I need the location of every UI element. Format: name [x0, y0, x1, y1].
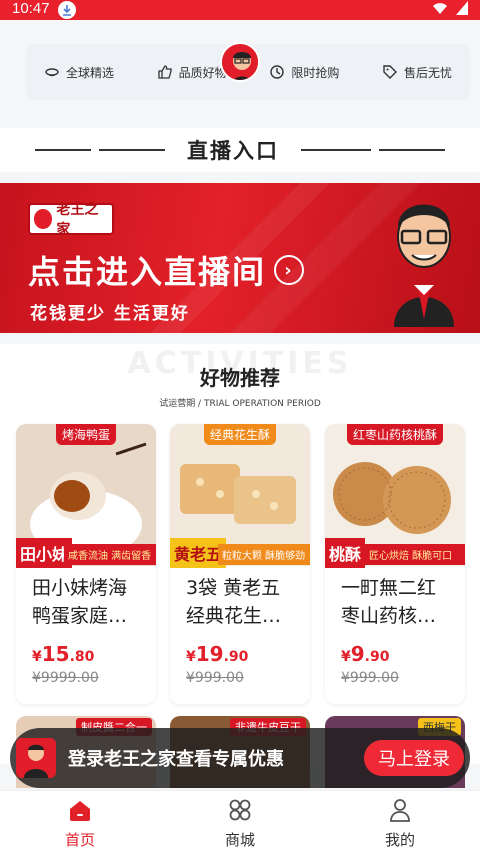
tab-mall[interactable]: 商城: [160, 791, 320, 855]
tag-icon: [383, 65, 397, 79]
chevron-right-icon: ›: [274, 255, 305, 285]
user-icon: [390, 798, 410, 822]
home-icon: [70, 800, 90, 821]
product-price: ¥9.90: [341, 642, 390, 666]
product-card[interactable]: 经典花生酥 黄老五 粒粒大颗 酥脆够劲 3袋 黄老五经典花生… ¥19.90 ¥…: [170, 424, 310, 704]
product-strip: 咸香流油 满齿留香: [64, 544, 156, 565]
product-strip: 匠心烘焙 酥脆可口: [365, 544, 465, 565]
live-banner[interactable]: 老王之家 点击进入直播间 › 花钱更少 生活更好: [0, 183, 480, 333]
globe-icon: [45, 68, 59, 77]
thumbs-up-icon: [158, 65, 172, 79]
feature-label: 限时抢购: [291, 65, 340, 80]
mascot-avatar: [220, 42, 260, 82]
signal-icon: [456, 1, 468, 19]
product-price: ¥15.80: [32, 642, 95, 666]
feature-label: 全球精选: [66, 65, 115, 80]
divider: [379, 149, 445, 151]
tab-profile[interactable]: 我的: [320, 791, 480, 855]
product-top-tag: 经典花生酥: [203, 424, 277, 445]
grid-icon: [229, 799, 251, 820]
recommend-subtitle: 试运营期 / TRIAL OPERATION PERIOD: [159, 399, 321, 409]
feature-global: 全球精选: [44, 64, 114, 81]
banner-slogan: 花钱更少 生活更好: [30, 304, 190, 324]
status-bar: 10:47: [0, 0, 480, 20]
banner-headline: 点击进入直播间 ›: [28, 247, 305, 293]
divider: [301, 149, 371, 151]
login-button[interactable]: 马上登录: [364, 740, 464, 776]
tab-label: 商城: [224, 830, 255, 849]
product-strip: 粒粒大颗 酥脆够劲: [218, 544, 310, 565]
product-original-price: ¥9999.00: [32, 670, 99, 686]
avatar: [34, 209, 53, 229]
feature-aftersale: 售后无忧: [382, 64, 452, 81]
mascot-illustration: [394, 204, 454, 327]
live-section-heading: 直播入口: [0, 128, 480, 172]
download-icon: [57, 1, 76, 19]
product-name: 田小妹烤海鸭蛋家庭…: [32, 577, 128, 627]
tab-home[interactable]: 首页: [0, 791, 160, 855]
product-original-price: ¥999.00: [341, 670, 399, 686]
avatar: [16, 738, 56, 778]
feature-flash: 限时抢购: [269, 64, 339, 81]
product-top-tag: 红枣山药核桃酥: [346, 424, 444, 445]
product-price: ¥19.90: [186, 642, 249, 666]
brand-logo: 老王之家: [28, 202, 114, 238]
status-time: 10:47: [12, 0, 50, 17]
product-name: 一町無二红枣山药核…: [341, 577, 437, 627]
feature-strip: 全球精选 品质好物 限时抢购 售后无忧: [26, 42, 470, 100]
tab-label: 首页: [64, 830, 95, 849]
login-message: 登录老王之家查看专属优惠: [68, 749, 284, 770]
product-original-price: ¥999.00: [186, 670, 244, 686]
login-prompt-bar: 登录老王之家查看专属优惠 马上登录: [10, 728, 470, 788]
headline-text: 点击进入直播间: [28, 253, 267, 291]
product-name: 3袋 黄老五经典花生…: [186, 577, 282, 627]
product-top-tag: 烤海鸭蛋: [55, 424, 117, 445]
product-brand-tag: 桃酥: [325, 538, 366, 568]
feature-quality: 品质好物: [157, 64, 227, 81]
divider: [35, 149, 91, 151]
product-card[interactable]: 红枣山药核桃酥 桃酥 匠心烘焙 酥脆可口 一町無二红枣山药核… ¥9.90 ¥9…: [325, 424, 465, 704]
product-card[interactable]: 烤海鸭蛋 田小妹 咸香流油 满齿留香 田小妹烤海鸭蛋家庭… ¥15.80 ¥99…: [16, 424, 156, 704]
section-title: 直播入口: [187, 139, 279, 163]
tab-label: 我的: [384, 830, 415, 849]
clock-icon: [270, 65, 285, 79]
feature-label: 售后无忧: [403, 65, 452, 80]
bottom-tab-bar: 首页 商城 我的: [0, 790, 480, 855]
divider: [99, 149, 165, 151]
wifi-icon: [432, 2, 448, 18]
brand-name: 老王之家: [56, 202, 99, 238]
recommend-title: 好物推荐: [200, 366, 280, 390]
